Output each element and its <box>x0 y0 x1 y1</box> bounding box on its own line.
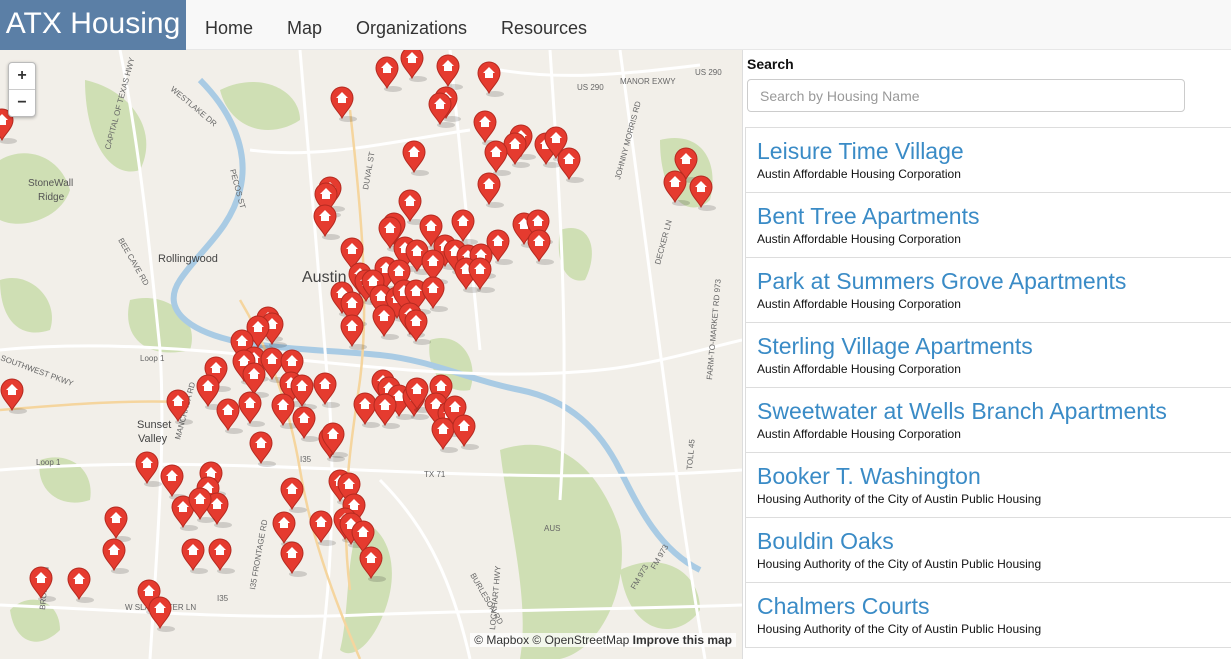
organization-name: Austin Affordable Housing Corporation <box>757 427 961 441</box>
brand-link[interactable]: ATX Housing <box>0 0 186 50</box>
housing-marker[interactable] <box>160 464 187 500</box>
map-label: Loop 1 <box>36 458 61 467</box>
list-item[interactable]: Park at Summers Grove Apartments Austin A… <box>745 257 1231 323</box>
nav-resources[interactable]: Resources <box>501 0 587 50</box>
housing-marker[interactable] <box>404 309 431 345</box>
map-label: TX 71 <box>424 470 446 479</box>
search-label: Search <box>747 56 794 72</box>
housing-marker[interactable] <box>181 538 208 574</box>
housing-name-link[interactable]: Bouldin Oaks <box>757 518 1222 555</box>
list-item[interactable]: Bouldin Oaks Housing Authority of the Cit… <box>745 517 1231 583</box>
organization-name: Austin Affordable Housing Corporation <box>757 297 961 311</box>
organization-name: Housing Authority of the City of Austin … <box>757 557 1042 571</box>
housing-marker[interactable] <box>557 147 584 183</box>
housing-marker[interactable] <box>400 50 427 82</box>
map-attribution: © Mapbox © OpenStreetMap Improve this ma… <box>470 633 736 647</box>
list-item[interactable]: Sweetwater at Wells Branch Apartments Aus… <box>745 387 1231 453</box>
nav-organizations[interactable]: Organizations <box>356 0 467 50</box>
housing-marker[interactable] <box>452 414 479 450</box>
housing-marker[interactable] <box>313 372 340 408</box>
housing-name-link[interactable]: Booker T. Washington <box>757 453 1222 490</box>
zoom-out-button[interactable]: − <box>9 89 35 116</box>
housing-marker[interactable] <box>67 567 94 603</box>
housing-marker[interactable] <box>477 61 504 97</box>
housing-marker[interactable] <box>102 538 129 574</box>
improve-map-link[interactable]: Improve this map <box>633 633 732 647</box>
list-item[interactable]: Chalmers Courts Housing Authority of the … <box>745 582 1231 648</box>
organization-name: Austin Affordable Housing Corporation <box>757 232 961 246</box>
housing-list: Leisure Time Village Austin Affordable Ho… <box>745 127 1231 648</box>
list-item[interactable]: Leisure Time Village Austin Affordable Ho… <box>745 127 1231 193</box>
housing-marker[interactable] <box>477 172 504 208</box>
nav-map[interactable]: Map <box>287 0 322 50</box>
housing-marker[interactable] <box>436 54 463 90</box>
map-label: Loop 1 <box>140 354 165 363</box>
map-label: StoneWall <box>28 178 73 189</box>
housing-marker[interactable] <box>527 229 554 265</box>
housing-marker[interactable] <box>104 506 131 542</box>
list-item[interactable]: Booker T. Washington Housing Authority of… <box>745 452 1231 518</box>
zoom-control: + − <box>8 62 36 117</box>
housing-marker[interactable] <box>280 541 307 577</box>
list-item[interactable]: Sterling Village Apartments Austin Afford… <box>745 322 1231 388</box>
housing-marker[interactable] <box>249 431 276 467</box>
housing-marker[interactable] <box>208 538 235 574</box>
map-label: Sunset <box>137 419 171 431</box>
housing-name-link[interactable]: Sweetwater at Wells Branch Apartments <box>757 388 1222 425</box>
organization-name: Housing Authority of the City of Austin … <box>757 622 1042 636</box>
map-label: I35 FRONTAGE RD <box>248 519 269 591</box>
nav-home[interactable]: Home <box>205 0 253 50</box>
map-label: TOLL 45 <box>685 438 697 470</box>
housing-name-link[interactable]: Park at Summers Grove Apartments <box>757 258 1222 295</box>
map-canvas[interactable]: AustinRollingwoodStoneWallRidgeSunsetVal… <box>0 50 742 659</box>
map[interactable]: Austin Rollingwood StoneWall Ridge Sunset Val… <box>0 50 742 659</box>
housing-marker[interactable] <box>330 86 357 122</box>
housing-marker[interactable] <box>402 140 429 176</box>
organization-name: Austin Affordable Housing Corporation <box>757 362 961 376</box>
list-item[interactable]: Bent Tree Apartments Austin Affordable Ho… <box>745 192 1231 258</box>
map-label: I35 <box>217 594 229 603</box>
map-label: US 290 <box>695 68 722 77</box>
map-label: Valley <box>138 433 168 445</box>
map-label: Ridge <box>38 192 65 203</box>
navbar: ATX Housing Home Map Organizations Resou… <box>0 0 1231 50</box>
map-label: US 290 <box>577 83 604 92</box>
map-label: Rollingwood <box>158 253 218 265</box>
map-label: I35 <box>300 455 312 464</box>
map-label: DUVAL ST <box>361 151 377 190</box>
housing-name-link[interactable]: Bent Tree Apartments <box>757 193 1222 230</box>
attribution-text[interactable]: © Mapbox © OpenStreetMap <box>474 633 629 647</box>
organization-name: Austin Affordable Housing Corporation <box>757 167 961 181</box>
map-label: FARM-TO-MARKET RD 973 <box>705 278 723 380</box>
housing-marker[interactable] <box>29 566 56 602</box>
zoom-in-button[interactable]: + <box>9 63 35 89</box>
map-label: MANOR EXWY <box>620 77 676 86</box>
map-label: BEE CAVE RD <box>116 237 151 288</box>
housing-name-link[interactable]: Sterling Village Apartments <box>757 323 1222 360</box>
housing-marker[interactable] <box>292 406 319 442</box>
search-input[interactable] <box>747 79 1185 112</box>
sidebar: Search Leisure Time Village Austin Afford… <box>742 50 1231 659</box>
map-label: DECKER LN <box>653 219 674 266</box>
housing-marker[interactable] <box>135 451 162 487</box>
organization-name: Housing Authority of the City of Austin … <box>757 492 1042 506</box>
map-label: AUS <box>544 524 560 533</box>
housing-marker[interactable] <box>272 511 299 547</box>
housing-name-link[interactable]: Chalmers Courts <box>757 583 1222 620</box>
housing-name-link[interactable]: Leisure Time Village <box>757 128 1222 165</box>
housing-marker[interactable] <box>375 56 402 92</box>
